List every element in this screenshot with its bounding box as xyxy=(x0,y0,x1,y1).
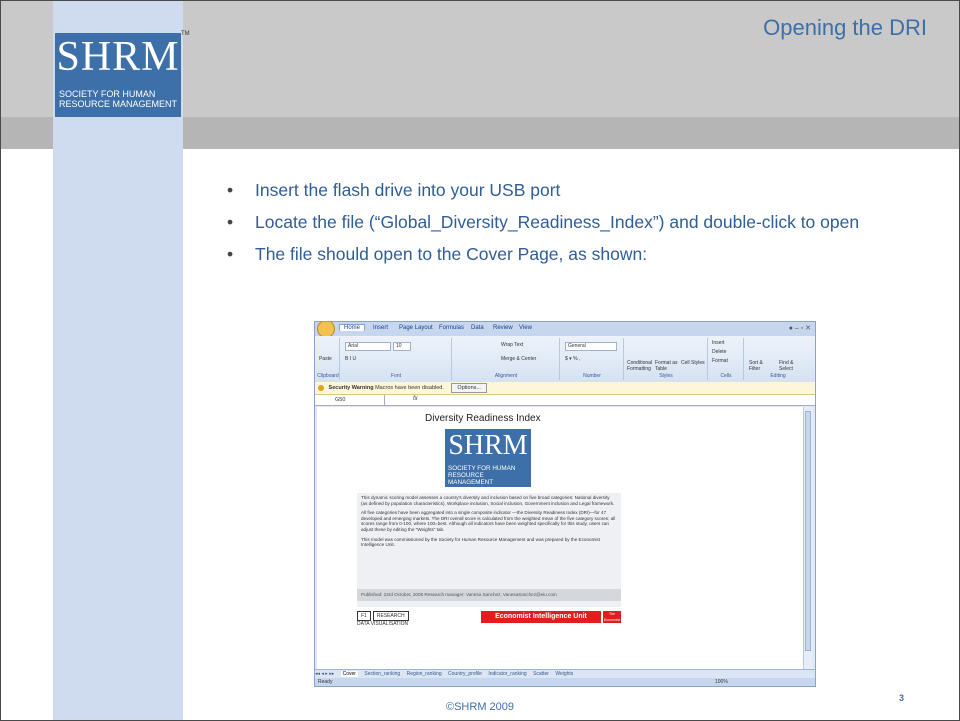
wrap-text-button[interactable]: Wrap Text xyxy=(501,342,523,348)
inner-logo-subtitle-line1: SOCIETY FOR HUMAN xyxy=(448,465,516,472)
delete-cells-button[interactable]: Delete xyxy=(712,349,726,355)
cells-group: Insert Delete Format Cells xyxy=(709,338,744,380)
status-text: Ready xyxy=(318,679,333,685)
shrm-logo: SHRM SOCIETY FOR HUMAN RESOURCE MANAGEME… xyxy=(55,33,181,117)
logo-subtitle-line1: SOCIETY FOR HUMAN xyxy=(59,89,156,99)
logo-subtitle: SOCIETY FOR HUMAN RESOURCE MANAGEMENT xyxy=(59,89,179,109)
tab-insert[interactable]: Insert xyxy=(373,325,388,331)
editing-group: Sort & Filter Find & Select Editing xyxy=(745,338,811,380)
security-warning-label: Security Warning xyxy=(328,385,374,391)
status-bar: Ready 100% xyxy=(315,678,815,686)
sheet-tab-cover[interactable]: Cover xyxy=(340,671,358,677)
description-paragraph: This dynamic scoring model assesses a co… xyxy=(361,495,615,506)
sort-filter-button[interactable]: Sort & Filter xyxy=(749,360,775,372)
bullet-item: • Locate the file (“Global_Diversity_Read… xyxy=(227,209,907,235)
paste-button[interactable]: Paste xyxy=(319,356,332,362)
inner-logo-letters: SHRM xyxy=(448,430,528,461)
options-button[interactable]: Options... xyxy=(451,383,487,393)
ribbon-tab-bar: Home Insert Page Layout Formulas Data Re… xyxy=(315,322,815,338)
number-group: General $ ▾ % , Number xyxy=(561,338,624,380)
name-box[interactable]: G50 xyxy=(315,395,385,405)
sheet-title: Diversity Readiness Index xyxy=(425,413,541,424)
page-number: 3 xyxy=(899,693,905,703)
number-format-select[interactable]: General xyxy=(565,342,617,351)
bold-italic-underline-icon[interactable]: B I U xyxy=(345,356,356,362)
security-warning-bar: Security Warning Macros have been disabl… xyxy=(315,382,815,395)
bullet-glyph: • xyxy=(227,212,234,232)
editing-label: Editing xyxy=(770,373,786,379)
alignment-label: Alignment xyxy=(494,373,518,379)
logo-trademark: TM xyxy=(181,31,190,37)
tab-view[interactable]: View xyxy=(519,325,532,331)
sheet-tab-scatter[interactable]: Scatter xyxy=(533,671,549,677)
conditional-formatting-button[interactable]: Conditional Formatting xyxy=(627,360,653,372)
tab-formulas[interactable]: Formulas xyxy=(439,325,464,331)
shield-icon xyxy=(318,384,324,391)
sheet-tab-indicator-ranking[interactable]: Indicator_ranking xyxy=(488,671,526,677)
footer-copyright: ©SHRM 2009 xyxy=(445,701,515,713)
security-message: Macros have been disabled. xyxy=(375,385,444,391)
zoom-level[interactable]: 100% xyxy=(715,678,728,686)
logo-letters: SHRM xyxy=(56,34,180,80)
vertical-scrollbar[interactable] xyxy=(803,407,813,669)
styles-label: Styles xyxy=(659,373,673,379)
font-name-select[interactable]: Arial xyxy=(345,342,391,351)
format-as-table-button[interactable]: Format as Table xyxy=(655,360,679,372)
bullet-list: • Insert the flash drive into your USB po… xyxy=(227,177,907,273)
currency-percent-icon[interactable]: $ ▾ % , xyxy=(565,356,580,362)
scrollbar-thumb[interactable] xyxy=(805,411,811,651)
bullet-item: • The file should open to the Cover Page,… xyxy=(227,241,907,267)
tab-nav-arrows-icon[interactable]: ◂◂ ◂ ▸ ▸▸ xyxy=(315,671,334,677)
tab-home[interactable]: Home xyxy=(339,324,366,331)
merge-center-button[interactable]: Merge & Center xyxy=(501,356,536,362)
bullet-text: Locate the file (“Global_Diversity_Readi… xyxy=(255,212,860,232)
f1-label: F1 xyxy=(357,611,371,621)
formula-bar: G50 fx xyxy=(315,395,815,406)
tab-review[interactable]: Review xyxy=(493,325,513,331)
bullet-glyph: • xyxy=(227,180,234,200)
sheet-tab-region-ranking[interactable]: Region_ranking xyxy=(407,671,442,677)
published-line: Published: 23rd October, 2008 Research m… xyxy=(357,589,621,601)
window-controls-icon[interactable]: ● – ▫ ✕ xyxy=(789,324,811,332)
bullet-item: • Insert the flash drive into your USB po… xyxy=(227,177,907,203)
tab-data[interactable]: Data xyxy=(471,325,484,331)
worksheet[interactable]: Diversity Readiness Index SHRM SOCIETY F… xyxy=(317,407,803,669)
number-label: Number xyxy=(583,373,601,379)
tab-page-layout[interactable]: Page Layout xyxy=(399,325,433,331)
styles-group: Conditional Formatting Format as Table C… xyxy=(625,338,708,380)
economist-logo: The Economist xyxy=(603,611,621,623)
cells-label: Cells xyxy=(720,373,732,379)
research-label: RESEARCH xyxy=(372,611,409,621)
alignment-group: Wrap Text Merge & Center Alignment xyxy=(453,338,560,380)
logo-subtitle-line2: RESOURCE MANAGEMENT xyxy=(59,99,178,109)
slide: SHRM SOCIETY FOR HUMAN RESOURCE MANAGEME… xyxy=(0,0,960,721)
bullet-glyph: • xyxy=(227,244,234,264)
fx-icon[interactable]: fx xyxy=(413,396,418,402)
font-label: Font xyxy=(390,373,401,379)
inner-shrm-logo: SHRM SOCIETY FOR HUMAN RESOURCE MANAGEME… xyxy=(445,429,531,487)
font-group: Arial 10 B I U Font xyxy=(341,338,452,380)
sheet-tab-weights[interactable]: Weights xyxy=(555,671,573,677)
sheet-tab-country-profile[interactable]: Country_profile xyxy=(448,671,482,677)
bullet-text: The file should open to the Cover Page, … xyxy=(255,244,648,264)
description-paragraph: This model was commissioned by the Socie… xyxy=(361,536,600,548)
clipboard-label: Clipboard xyxy=(317,373,339,379)
find-select-button[interactable]: Find & Select xyxy=(779,360,805,372)
data-visualisation-label: DATA VISUALISATION xyxy=(357,621,409,627)
eiu-logo: Economist Intelligence Unit xyxy=(481,611,601,623)
font-size-select[interactable]: 10 xyxy=(393,342,411,351)
inner-logo-subtitle-line2: RESOURCE MANAGEMENT xyxy=(448,472,494,486)
slide-title: Opening the DRI xyxy=(763,15,927,40)
sheet-tab-section-ranking[interactable]: Section_ranking xyxy=(364,671,400,677)
insert-cells-button[interactable]: Insert xyxy=(712,340,725,346)
inner-logo-subtitle: SOCIETY FOR HUMAN RESOURCE MANAGEMENT xyxy=(448,465,530,486)
clipboard-group: Paste Clipboard xyxy=(317,338,340,380)
format-cells-button[interactable]: Format xyxy=(712,358,728,364)
ribbon: Paste Clipboard Arial 10 B I U Font Wrap… xyxy=(315,336,815,383)
bullet-text: Insert the flash drive into your USB por… xyxy=(255,180,561,200)
description-paragraph: All five categories have been aggregated… xyxy=(361,510,616,532)
cell-styles-button[interactable]: Cell Styles xyxy=(681,360,705,366)
excel-screenshot: Home Insert Page Layout Formulas Data Re… xyxy=(314,321,816,687)
f1-research-logo: F1 RESEARCH xyxy=(357,611,411,621)
